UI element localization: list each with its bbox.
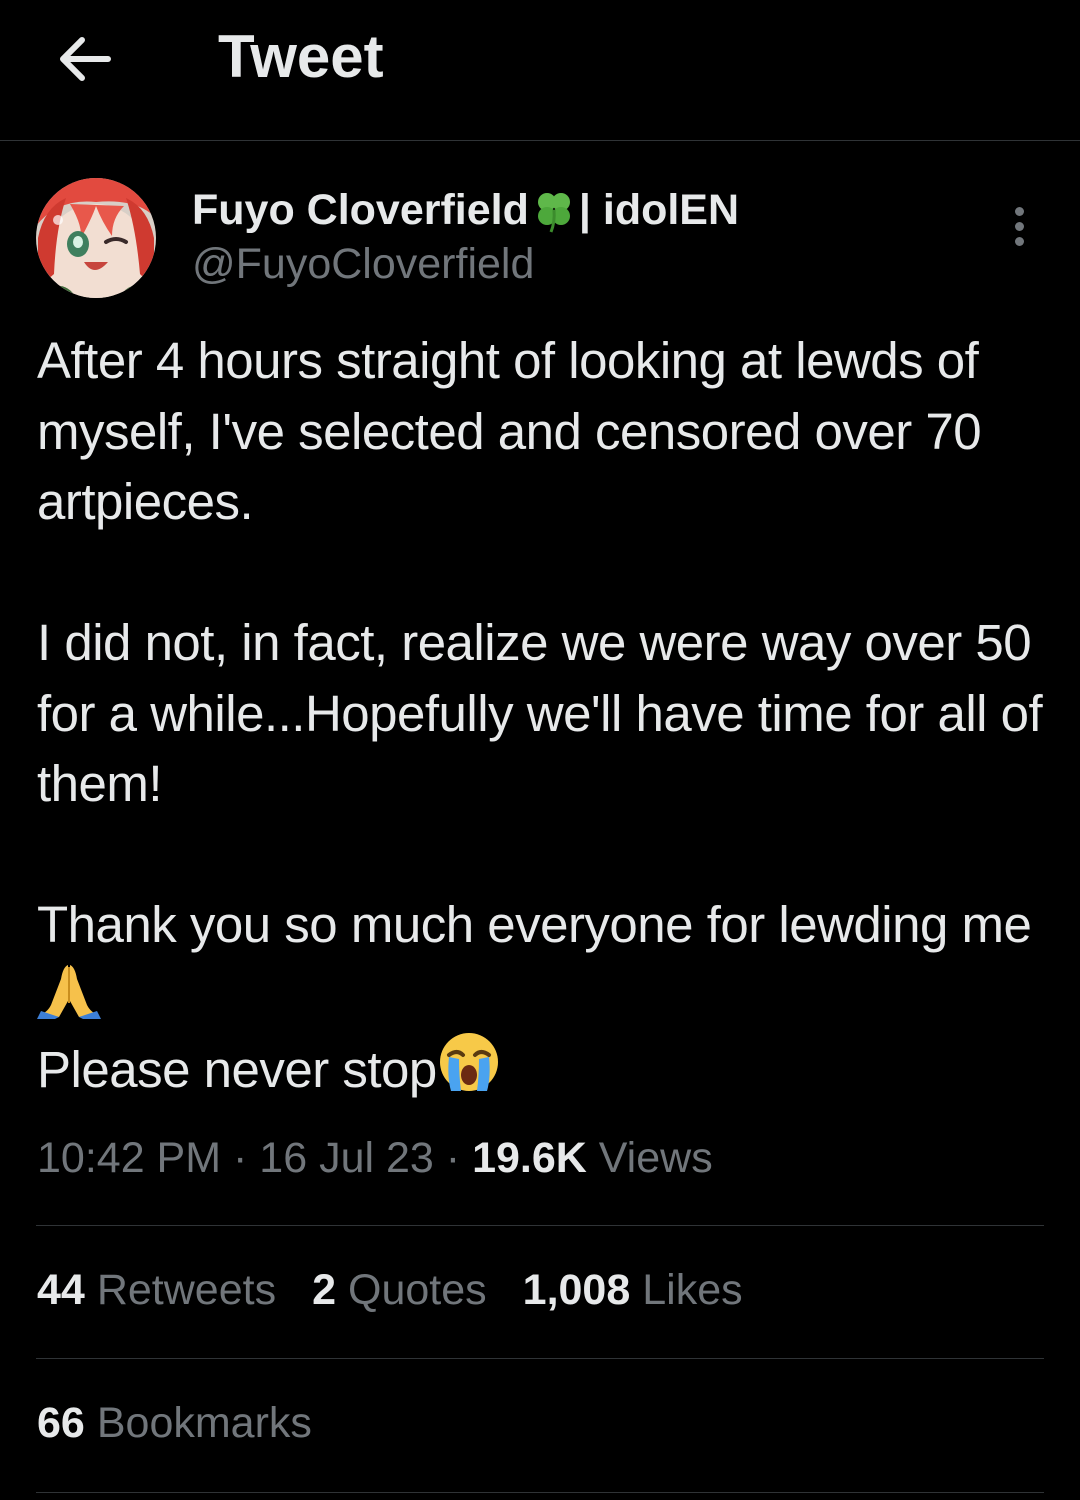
display-name-text: Fuyo Cloverfield — [192, 186, 529, 234]
views-label: Views — [598, 1134, 713, 1182]
user-handle[interactable]: @FuyoCloverfield — [192, 240, 534, 289]
tweet-paragraph: After 4 hours straight of looking at lew… — [37, 332, 982, 530]
tweet-meta: 10:42 PM · 16 Jul 23 · 19.6K Views — [37, 1134, 713, 1183]
likes-stat[interactable]: 1,008 Likes — [523, 1266, 743, 1315]
tweet-line-text: Thank you so much everyone for lewding m… — [37, 896, 1032, 953]
display-name-suffix: | idolEN — [578, 186, 740, 234]
four-leaf-clover-icon — [537, 192, 570, 233]
tweet-line: Thank you so much everyone for lewding m… — [37, 890, 1057, 1031]
folded-hands-emoji — [37, 964, 101, 1019]
bookmarks-stat[interactable]: 66 Bookmarks — [37, 1399, 312, 1448]
avatar[interactable] — [36, 178, 156, 298]
quotes-stat[interactable]: 2 Quotes — [312, 1266, 487, 1315]
avatar-image — [36, 178, 156, 298]
likes-label: Likes — [642, 1266, 743, 1314]
bookmarks-count: 66 — [37, 1399, 85, 1447]
page-title: Tweet — [218, 23, 384, 90]
quotes-count: 2 — [312, 1266, 337, 1314]
more-dot — [1014, 236, 1024, 246]
more-vertical-icon — [1014, 206, 1024, 216]
tweet-paragraph: I did not, in fact, realize we were way … — [37, 614, 1043, 812]
tweet-time[interactable]: 10:42 PM — [37, 1134, 221, 1182]
more-dot — [1014, 221, 1024, 231]
quotes-label: Quotes — [348, 1266, 487, 1314]
author-block: Fuyo Cloverfield | idolEN @FuyoCloverfie… — [36, 178, 1044, 302]
back-button[interactable] — [52, 26, 118, 92]
divider — [36, 1358, 1044, 1359]
meta-separator: · — [233, 1134, 248, 1182]
views-count: 19.6K — [472, 1134, 587, 1182]
meta-separator: · — [445, 1134, 461, 1182]
tweet-text: After 4 hours straight of looking at lew… — [37, 326, 1057, 1106]
more-options-button[interactable] — [994, 198, 1044, 254]
top-bar: Tweet — [0, 0, 1080, 141]
retweets-count: 44 — [37, 1266, 85, 1314]
tweet-date[interactable]: 16 Jul 23 — [259, 1134, 434, 1182]
arrow-left-icon — [60, 37, 111, 81]
likes-count: 1,008 — [522, 1266, 631, 1314]
retweets-label: Retweets — [96, 1266, 277, 1314]
bookmarks-label: Bookmarks — [96, 1399, 312, 1447]
divider — [36, 1225, 1044, 1226]
tweet-line-text: Please never stop — [37, 1041, 437, 1098]
retweets-stat[interactable]: 44 Retweets — [37, 1266, 276, 1315]
engagement-stats: 44 Retweets 2 Quotes 1,008 Likes — [37, 1266, 779, 1315]
tweet-line: Please never stop — [37, 1031, 1057, 1106]
divider — [36, 1492, 1044, 1493]
loudly-crying-face-emoji — [439, 1033, 498, 1091]
display-name[interactable]: Fuyo Cloverfield | idolEN — [192, 186, 739, 235]
